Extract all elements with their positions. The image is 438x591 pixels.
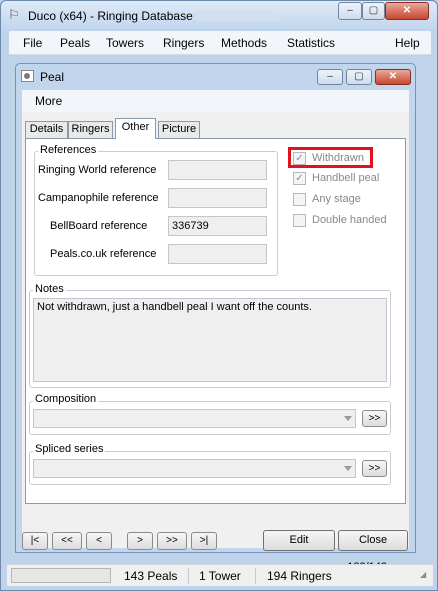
menu-methods[interactable]: Methods — [221, 36, 267, 50]
notes-group-label: Notes — [33, 283, 66, 295]
any-stage-label: Any stage — [312, 193, 361, 205]
status-separator — [255, 568, 256, 584]
bell-app-icon: ⚐ — [8, 7, 20, 22]
peal-body: More Details Ringers Other Picture Refer… — [22, 90, 409, 573]
menu-more[interactable]: More — [35, 94, 62, 108]
close-button[interactable]: ✕ — [385, 2, 429, 20]
forward-ten-button[interactable]: >> — [157, 532, 187, 550]
chevron-down-icon — [344, 466, 352, 471]
withdrawn-label: Withdrawn — [312, 152, 364, 164]
spliced-combo[interactable] — [33, 459, 356, 478]
tab-picture[interactable]: Picture — [158, 121, 200, 138]
withdrawn-checkbox[interactable]: ✓ — [293, 152, 306, 165]
status-separator — [188, 568, 189, 584]
edit-button[interactable]: Edit — [263, 530, 335, 551]
ringing-world-label: Ringing World reference — [38, 164, 157, 176]
pealscouk-field[interactable] — [168, 244, 267, 264]
peal-window-icon — [21, 70, 34, 82]
back-ten-button[interactable]: << — [52, 532, 82, 550]
menu-bar: File Peals Towers Ringers Methods Statis… — [9, 31, 431, 55]
spliced-group-label: Spliced series — [33, 443, 106, 455]
maximize-button[interactable]: ▢ — [362, 2, 385, 20]
close-peal-button[interactable]: Close — [338, 530, 408, 551]
references-group-label: References — [38, 144, 99, 156]
menu-file[interactable]: File — [23, 36, 42, 50]
towers-count: 1 Tower — [199, 569, 241, 583]
main-window: ⚐ Duco (x64) - Ringing Database – ▢ ✕ Fi… — [0, 0, 438, 591]
composition-group-label: Composition — [33, 393, 99, 405]
pealscouk-label: Peals.co.uk reference — [50, 248, 157, 260]
blurred-title-suffix — [196, 11, 281, 21]
peal-minimize-button[interactable]: – — [317, 69, 343, 85]
next-record-button[interactable]: > — [127, 532, 153, 550]
last-record-button[interactable]: >| — [191, 532, 217, 550]
handbell-label: Handbell peal — [312, 172, 380, 184]
window-title: Duco (x64) - Ringing Database — [28, 9, 193, 23]
handbell-checkbox[interactable]: ✓ — [293, 172, 306, 185]
tab-details[interactable]: Details — [25, 121, 68, 138]
ringers-count: 194 Ringers — [267, 569, 332, 583]
title-bar[interactable]: ⚐ Duco (x64) - Ringing Database – ▢ ✕ — [1, 1, 437, 29]
minimize-button[interactable]: – — [338, 2, 362, 20]
composition-more-button[interactable]: >> — [362, 410, 387, 427]
peal-menu-bar: More — [22, 90, 409, 112]
peal-maximize-button[interactable]: ▢ — [346, 69, 372, 85]
previous-record-button[interactable]: < — [86, 532, 112, 550]
status-progress-bar — [11, 568, 111, 583]
menu-help[interactable]: Help — [395, 36, 420, 50]
peal-window: Peal – ▢ ✕ More Details Ringers Other Pi… — [15, 63, 416, 573]
chevron-down-icon — [344, 416, 352, 421]
any-stage-checkbox[interactable] — [293, 193, 306, 206]
tab-ringers[interactable]: Ringers — [68, 121, 113, 138]
menu-peals[interactable]: Peals — [60, 36, 90, 50]
window-resize-grip-icon[interactable]: ◢ — [420, 570, 430, 580]
ringing-world-field[interactable] — [168, 160, 267, 180]
menu-ringers[interactable]: Ringers — [163, 36, 204, 50]
peal-title-bar[interactable]: Peal – ▢ ✕ — [16, 64, 415, 88]
tab-other[interactable]: Other — [115, 118, 156, 139]
menu-statistics[interactable]: Statistics — [287, 36, 335, 50]
peal-window-title: Peal — [40, 70, 65, 84]
composition-combo[interactable] — [33, 409, 356, 428]
campanophile-label: Campanophile reference — [38, 192, 159, 204]
spliced-more-button[interactable]: >> — [362, 460, 387, 477]
double-handed-checkbox[interactable] — [293, 214, 306, 227]
campanophile-field[interactable] — [168, 188, 267, 208]
peal-close-button[interactable]: ✕ — [375, 69, 411, 85]
notes-textarea[interactable]: Not withdrawn, just a handbell peal I wa… — [33, 298, 387, 382]
bellboard-field[interactable]: 336739 — [168, 216, 267, 236]
bellboard-label: BellBoard reference — [50, 220, 148, 232]
first-record-button[interactable]: |< — [22, 532, 48, 550]
menu-towers[interactable]: Towers — [106, 36, 144, 50]
status-bar: 143 Peals 1 Tower 194 Ringers ◢ — [7, 564, 433, 586]
peals-count: 143 Peals — [124, 569, 178, 583]
other-tab-panel: References Ringing World reference Campa… — [25, 138, 406, 504]
double-handed-label: Double handed — [312, 214, 387, 226]
